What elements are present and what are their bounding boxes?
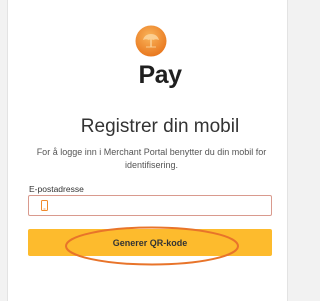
page-title: Registrer din mobil (80, 116, 240, 137)
brand-name: Pay (138, 61, 182, 89)
phone-icon (41, 200, 48, 211)
page-subtitle: For å logge inn i Merchant Portal benytt… (36, 147, 267, 170)
email-label: E-postadresse (29, 184, 84, 194)
tree-coin-logo-icon (135, 25, 167, 57)
highlight-ring-annotation (65, 226, 239, 266)
page-background-strip (0, 0, 7, 301)
email-field[interactable] (28, 195, 272, 216)
